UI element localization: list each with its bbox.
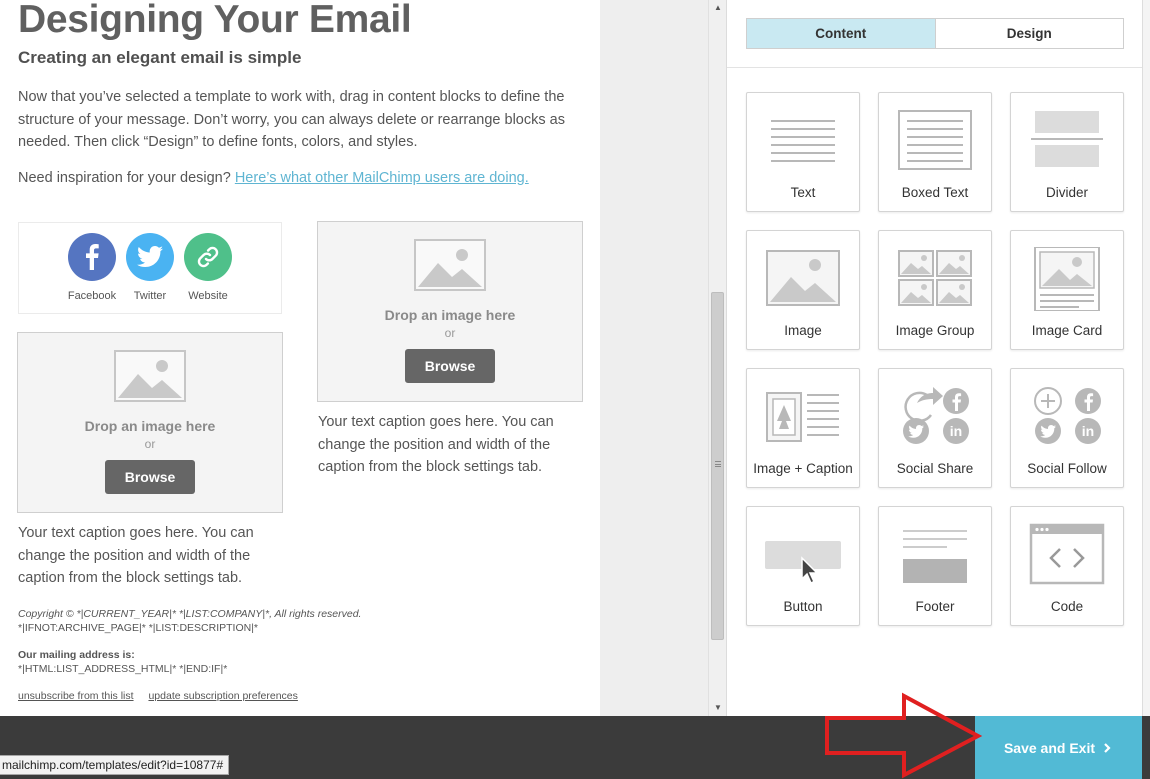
social-label: Website	[188, 290, 228, 302]
image-block-icon	[766, 250, 840, 306]
social-label: Facebook	[67, 290, 117, 302]
caption-text: Your text caption goes here. You can cha…	[318, 414, 554, 475]
archive-tags: *|IFNOT:ARCHIVE_PAGE|* *|LIST:DESCRIPTIO…	[18, 622, 259, 634]
block-footer[interactable]: Footer	[878, 506, 992, 626]
footer-links: unsubscribe from this list update subscr…	[18, 690, 310, 702]
block-social-follow[interactable]: in Social Follow	[1010, 368, 1124, 488]
block-image-group[interactable]: Image Group	[878, 230, 992, 350]
boxed-text-block-icon	[898, 110, 972, 170]
block-label: Button	[783, 599, 823, 614]
button-block-icon	[765, 541, 841, 585]
panel-divider	[727, 67, 1143, 68]
page-title: Designing Your Email	[18, 0, 412, 41]
mailing-address: Our mailing address is: *|HTML:LIST_ADDR…	[18, 648, 227, 676]
update-preferences-link[interactable]: update subscription preferences	[148, 690, 297, 702]
mailing-tags: *|HTML:LIST_ADDRESS_HTML|* *|END:IF|*	[18, 663, 228, 675]
chevron-right-icon	[1104, 742, 1111, 753]
block-boxed-text[interactable]: Boxed Text	[878, 92, 992, 212]
panel-scrollbar[interactable]	[1142, 0, 1150, 716]
block-divider[interactable]: Divider	[1010, 92, 1124, 212]
inspiration-line: Need inspiration for your design? Here’s…	[18, 170, 529, 186]
browse-button[interactable]: Browse	[405, 349, 495, 383]
browse-button[interactable]: Browse	[105, 460, 195, 494]
image-drop-block[interactable]: Drop an image here or Browse	[317, 221, 583, 402]
twitter-icon	[126, 233, 174, 281]
block-label: Text	[790, 185, 816, 200]
canvas-gutter	[600, 0, 708, 716]
mailing-heading: Our mailing address is:	[18, 649, 135, 661]
social-follow-block[interactable]: Facebook Twitter Website	[18, 222, 282, 314]
canvas-scrollbar[interactable]: ▲ ▼	[708, 0, 726, 716]
image-placeholder-icon	[414, 239, 486, 291]
scroll-up-icon[interactable]: ▲	[709, 0, 727, 16]
social-facebook[interactable]: Facebook	[62, 233, 122, 302]
image-group-block-icon	[898, 250, 972, 306]
panel-tabs: Content Design	[746, 18, 1124, 49]
block-label: Image Group	[895, 323, 975, 338]
content-blocks-panel: Content Design Text Boxed Text Divider I…	[726, 0, 1143, 716]
block-label: Image	[784, 323, 822, 338]
caption-text: Your text caption goes here. You can cha…	[18, 525, 254, 586]
social-share-block-icon: in	[903, 387, 969, 444]
save-and-exit-button[interactable]: Save and Exit	[975, 716, 1142, 779]
divider-block-icon	[1031, 111, 1103, 167]
copyright-text: Copyright © *|CURRENT_YEAR|* *|LIST:COMP…	[18, 607, 361, 635]
social-twitter[interactable]: Twitter	[120, 233, 180, 302]
save-exit-label: Save and Exit	[1003, 739, 1096, 756]
facebook-icon	[68, 233, 116, 281]
block-label: Social Share	[896, 461, 974, 476]
scroll-down-icon[interactable]: ▼	[709, 700, 727, 716]
image-drop-block[interactable]: Drop an image here or Browse	[17, 332, 283, 513]
email-canvas: Designing Your Email Creating an elegant…	[0, 0, 600, 716]
block-image-card[interactable]: Image Card	[1010, 230, 1124, 350]
image-placeholder-icon	[114, 350, 186, 402]
footer-block-icon	[903, 530, 967, 583]
tab-content[interactable]: Content	[747, 19, 936, 48]
or-text: or	[144, 437, 156, 451]
scroll-thumb[interactable]	[711, 292, 724, 640]
svg-text:in: in	[1082, 423, 1094, 439]
block-image[interactable]: Image	[746, 230, 860, 350]
block-label: Image + Caption	[753, 461, 853, 476]
image-caption-block-icon	[766, 392, 839, 442]
block-image-caption[interactable]: Image + Caption	[746, 368, 860, 488]
social-website[interactable]: Website	[178, 233, 238, 302]
drop-image-text: Drop an image here	[84, 418, 216, 434]
drop-image-text: Drop an image here	[384, 307, 516, 323]
page-subtitle: Creating an elegant email is simple	[18, 48, 302, 67]
block-text[interactable]: Text	[746, 92, 860, 212]
block-label: Image Card	[1031, 323, 1103, 338]
annotation-arrow-icon	[825, 692, 983, 779]
block-label: Divider	[1045, 185, 1088, 200]
inspiration-prefix: Need inspiration for your design?	[18, 170, 231, 186]
link-icon	[184, 233, 232, 281]
tab-design[interactable]: Design	[936, 19, 1124, 48]
status-bar-url: mailchimp.com/templates/edit?id=10877#	[0, 755, 230, 775]
text-block-icon	[771, 120, 835, 162]
block-social-share[interactable]: in Social Share	[878, 368, 992, 488]
block-label: Footer	[915, 599, 955, 614]
unsubscribe-link[interactable]: unsubscribe from this list	[18, 690, 134, 702]
or-text: or	[444, 326, 456, 340]
social-follow-block-icon: in	[1034, 387, 1101, 444]
svg-text:in: in	[950, 423, 962, 439]
block-label: Code	[1050, 599, 1084, 614]
block-label: Social Follow	[1027, 461, 1107, 476]
grip-icon	[715, 461, 721, 467]
block-button[interactable]: Button	[746, 506, 860, 626]
copyright-line: Copyright © *|CURRENT_YEAR|* *|LIST:COMP…	[18, 608, 362, 620]
image-card-block-icon	[1034, 247, 1100, 311]
inspiration-link[interactable]: Here’s what other MailChimp users are do…	[235, 170, 529, 186]
code-block-icon	[1029, 523, 1105, 585]
block-code[interactable]: Code	[1010, 506, 1124, 626]
block-label: Boxed Text	[901, 185, 969, 200]
intro-text: Now that you’ve selected a template to w…	[18, 89, 565, 150]
social-label: Twitter	[133, 290, 167, 302]
